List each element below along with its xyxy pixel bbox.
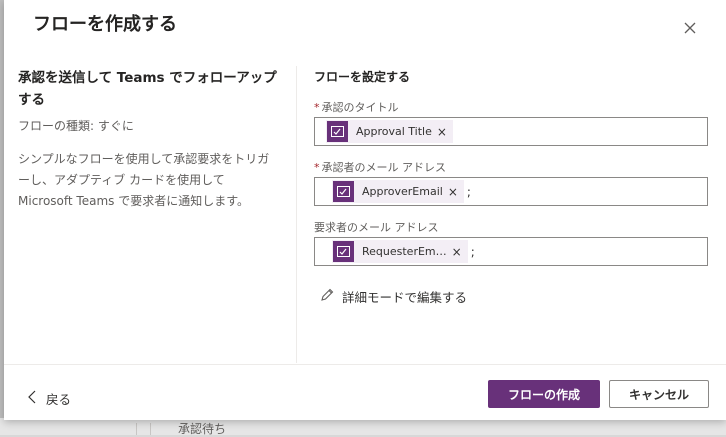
approver-email-input[interactable]: ApproverEmail × ; bbox=[314, 177, 708, 206]
field-label-text: 要求者のメール アドレス bbox=[314, 221, 439, 234]
chevron-left-icon bbox=[28, 389, 36, 408]
required-mark: * bbox=[314, 161, 320, 174]
pencil-icon bbox=[320, 288, 342, 305]
token-label: Approval Title bbox=[356, 125, 432, 138]
backdrop-bottom bbox=[0, 418, 726, 435]
remove-token-icon[interactable]: × bbox=[437, 125, 447, 139]
field-label: * 承認のタイトル bbox=[314, 101, 710, 115]
edit-link-label: 詳細モードで編集する bbox=[342, 290, 468, 305]
back-label: 戻る bbox=[46, 392, 72, 407]
footer-divider bbox=[4, 364, 726, 365]
cancel-button[interactable]: キャンセル bbox=[609, 380, 709, 408]
create-flow-button[interactable]: フローの作成 bbox=[488, 380, 600, 408]
template-description: シンプルなフローを使用して承認要求をトリガーし、アダプティブ カードを使用して … bbox=[18, 152, 270, 208]
requester-email-field: 要求者のメール アドレス RequesterEm… × ; bbox=[314, 221, 710, 266]
field-label-text: 承認のタイトル bbox=[321, 101, 399, 114]
backdrop-divider bbox=[150, 423, 151, 435]
token-label: RequesterEm… bbox=[362, 245, 447, 258]
flow-settings: フローを設定する * 承認のタイトル Approval Title × * 承認者の… bbox=[314, 68, 710, 305]
approver-email-field: * 承認者のメール アドレス ApproverEmail × ; bbox=[314, 161, 710, 206]
backdrop-divider bbox=[136, 423, 137, 435]
separator: ; bbox=[466, 184, 471, 199]
required-mark: * bbox=[314, 101, 320, 114]
flow-type: フローの種類: すぐに bbox=[18, 119, 134, 133]
approval-title-input[interactable]: Approval Title × bbox=[314, 117, 708, 146]
template-info: 承認を送信して Teams でフォローアップする フローの種類: すぐに シンプ… bbox=[18, 67, 280, 212]
dialog-title: フローを作成する bbox=[33, 14, 177, 35]
settings-title: フローを設定する bbox=[314, 70, 411, 84]
dynamic-token[interactable]: Approval Title × bbox=[326, 120, 453, 143]
token-label: ApproverEmail bbox=[362, 185, 443, 198]
dynamic-token[interactable]: RequesterEm… × bbox=[332, 240, 468, 263]
field-label: * 承認者のメール アドレス bbox=[314, 161, 710, 175]
template-heading: 承認を送信して Teams でフォローアップする bbox=[18, 70, 277, 108]
back-button[interactable]: 戻る bbox=[28, 389, 71, 408]
vertical-divider bbox=[296, 66, 297, 363]
dynamic-token[interactable]: ApproverEmail × bbox=[332, 180, 464, 203]
create-flow-dialog: フローを作成する 承認を送信して Teams でフォローアップする フローの種類… bbox=[4, 0, 726, 420]
approvals-icon bbox=[333, 181, 354, 202]
edit-advanced-link[interactable]: 詳細モードで編集する bbox=[320, 287, 467, 306]
remove-token-icon[interactable]: × bbox=[452, 245, 462, 259]
close-icon[interactable] bbox=[680, 18, 700, 38]
backdrop-peek-text: 承認待ち bbox=[178, 422, 227, 436]
field-label-text: 承認者のメール アドレス bbox=[321, 161, 447, 174]
approvals-icon bbox=[333, 241, 354, 262]
approvals-icon bbox=[327, 121, 348, 142]
separator: ; bbox=[470, 244, 475, 259]
approval-title-field: * 承認のタイトル Approval Title × bbox=[314, 101, 710, 146]
remove-token-icon[interactable]: × bbox=[448, 185, 458, 199]
requester-email-input[interactable]: RequesterEm… × ; bbox=[314, 237, 708, 266]
field-label: 要求者のメール アドレス bbox=[314, 221, 710, 235]
